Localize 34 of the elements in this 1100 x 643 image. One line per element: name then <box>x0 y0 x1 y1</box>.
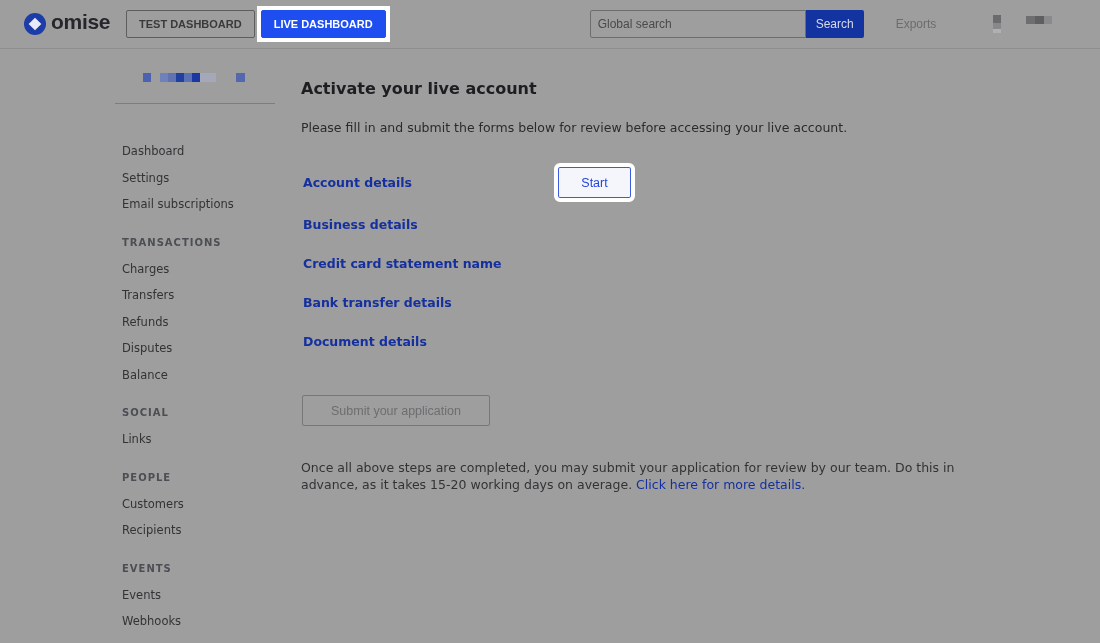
nav-link[interactable]: Webhooks <box>122 608 275 635</box>
logo-icon <box>24 13 46 35</box>
pixelated-icon <box>1026 16 1053 24</box>
nav-link[interactable]: Refunds <box>122 308 275 335</box>
logo-text: omise <box>51 10 111 34</box>
nav-link[interactable]: Balance <box>122 361 275 388</box>
nav-link[interactable]: Settings <box>122 164 275 191</box>
section-heading: SOCIAL <box>122 406 170 420</box>
section-heading: TRANSACTIONS <box>122 235 223 250</box>
step-link[interactable]: Account details <box>301 175 558 190</box>
nav-link[interactable]: Links <box>122 426 275 453</box>
dashboard-tab[interactable]: LIVE DASHBOARD <box>260 10 386 38</box>
search-field[interactable]: Global search <box>589 10 806 38</box>
nav-link[interactable]: Customers <box>122 490 275 517</box>
section-heading: EVENTS <box>122 561 173 576</box>
dashboard-tab[interactable]: TEST DASHBOARD <box>126 10 255 38</box>
nav-link[interactable]: Events <box>122 581 275 608</box>
nav-link[interactable]: Charges <box>122 255 275 282</box>
note-text: Once all above steps are completed, you may submit your application for review by our team. Do this in advance, as it takes 15-20 working days on average. Click here for more details. <box>301 459 956 493</box>
nav-link[interactable]: Dashboard <box>122 138 275 165</box>
details-link[interactable]: Click here for more details. <box>636 477 806 492</box>
step-link[interactable]: Credit card statement name <box>301 256 558 271</box>
nav-link[interactable]: Recipients <box>122 517 275 544</box>
step-link[interactable]: Bank transfer details <box>301 295 558 310</box>
nav-link[interactable]: Email subscriptions <box>122 191 275 218</box>
section-heading: PEOPLE <box>122 470 173 485</box>
page-title: Activate your live account <box>301 79 538 98</box>
step-link[interactable]: Business details <box>301 217 558 232</box>
pixelated-icon <box>993 15 1004 33</box>
nav-link[interactable]: Transfers <box>122 282 275 309</box>
nav-link[interactable]: Disputes <box>122 335 275 362</box>
step-link[interactable]: Document details <box>301 334 558 349</box>
search-button[interactable]: Search <box>805 10 864 38</box>
intro-text: Please fill in and submit the forms below for review before accessing your live account. <box>301 120 849 135</box>
